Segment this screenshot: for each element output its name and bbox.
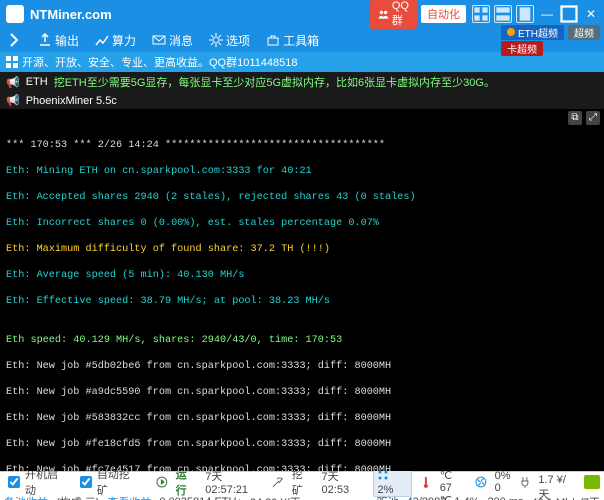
console-line: Eth: Mining ETH on cn.sparkpool.com:3333…: [6, 166, 312, 177]
console-output: ⧉ ⤢ *** 170:53 *** 2/26 14:24 **********…: [0, 109, 604, 471]
console-line: Eth: Incorrect shares 0 (0.00%), est. st…: [6, 218, 379, 229]
hashrate-7d: 40.1 Mh/s/7天: [532, 494, 600, 500]
console-copy-button[interactable]: ⧉: [568, 111, 582, 125]
console-job-line: Eth: New job #fc7e4517 from cn.sparkpool…: [6, 465, 391, 471]
app-logo-icon: [6, 5, 24, 23]
coin-icon: [507, 28, 515, 36]
chevron-right-icon: [8, 33, 22, 47]
upload-icon: [38, 33, 52, 47]
tab-toolbox[interactable]: 工具箱: [258, 28, 327, 52]
distance-pct: 1.4%: [454, 496, 479, 500]
tab-label: 选项: [226, 32, 250, 49]
miner-row: 📢 PhoenixMiner 5.5c: [0, 92, 604, 109]
console-job-line: Eth: New job #5db02be6 from cn.sparkpool…: [6, 361, 391, 372]
layout-page-icon[interactable]: [516, 5, 534, 23]
eth-notice: 挖ETH至少需要5G显存，每张显卡至少对应5G虚拟内存，比如6张显卡虚拟内存至少…: [54, 74, 495, 90]
toolbar: 输出 算力 消息 选项 工具箱 ETH超频 超频 卡超频: [0, 28, 604, 52]
console-job-line: Eth: New job #583832cc from cn.sparkpool…: [6, 413, 391, 424]
speaker-icon: 📢: [6, 76, 20, 89]
nvidia-icon: [584, 475, 600, 489]
gear-icon: [209, 33, 223, 47]
qq-group-button[interactable]: QQ群: [370, 0, 417, 29]
app-name: NTMiner.com: [30, 7, 112, 22]
maximize-button[interactable]: [560, 5, 578, 23]
tab-label: 工具箱: [283, 32, 319, 49]
plug-icon: [519, 476, 531, 488]
tab-hashrate[interactable]: 算力: [87, 28, 144, 52]
toolbox-icon: [266, 33, 280, 47]
tab-label: 算力: [112, 32, 136, 49]
minimize-button[interactable]: —: [538, 5, 556, 23]
automation-button[interactable]: 自动化: [421, 5, 466, 23]
speaker-icon: 📢: [6, 94, 20, 107]
tab-messages[interactable]: 消息: [144, 28, 201, 52]
qq-group-label: QQ群: [392, 0, 409, 28]
banner-text: 开源、开放、安全、专业、更高收益。QQ群1011448518: [22, 54, 297, 70]
layout-rows-icon[interactable]: [494, 5, 512, 23]
tab-output[interactable]: 输出: [30, 28, 87, 52]
layout-grid-icon[interactable]: [472, 5, 490, 23]
mail-icon: [152, 33, 166, 47]
console-timestamp: *** 170:53 *** 2/26 14:24 **************…: [6, 140, 385, 151]
close-button[interactable]: ✕: [582, 5, 600, 23]
tab-label: 输出: [55, 32, 79, 49]
view-profit-button[interactable]: 查看收益: [107, 494, 151, 500]
card-oc-badge[interactable]: 卡超频: [501, 41, 543, 56]
run-icon: [156, 476, 168, 488]
chart-icon: [95, 33, 109, 47]
eth-tag: ETH: [26, 76, 48, 88]
fan-icon: [475, 476, 487, 488]
console-job-line: Eth: New job #fe18cfd5 from cn.sparkpool…: [6, 439, 391, 450]
message-row: 📢 ETH 挖ETH至少需要5G显存，每张显卡至少对应5G虚拟内存，比如6张显卡…: [0, 72, 604, 92]
console-line: Eth: Effective speed: 38.79 MH/s; at poo…: [6, 296, 330, 307]
distance-label: 距池: [377, 494, 399, 500]
backup-val: (构成 元): [56, 494, 99, 500]
expand-button[interactable]: [0, 28, 30, 52]
console-line: Eth: Maximum difficulty of found share: …: [6, 244, 330, 255]
console-expand-button[interactable]: ⤢: [586, 111, 600, 125]
console-job-line: Eth: New job #a9dc5590 from cn.sparkpool…: [6, 387, 391, 398]
console-line: Eth: Average speed (5 min): 40.130 MH/s: [6, 270, 244, 281]
tab-options[interactable]: 选项: [201, 28, 258, 52]
status-bar: 开机启动 自动挖矿 运行 7天02:57:21 挖矿 7天02:53 2% 67…: [0, 471, 604, 500]
console-speed-line: Eth speed: 40.129 MH/s, shares: 2940/43/…: [6, 335, 342, 346]
people-icon: [378, 9, 389, 20]
grid-icon: [6, 56, 18, 68]
console-line: Eth: Accepted shares 2940 (2 stales), re…: [6, 192, 416, 203]
eth-oc-badge[interactable]: ETH超频: [501, 25, 564, 40]
fan-speed: 0%0: [495, 470, 511, 494]
phoenixminer-label: PhoenixMiner 5.5c: [26, 95, 117, 107]
latency: 200 ms: [487, 496, 523, 500]
distance-shares: 43/2983: [407, 496, 447, 500]
profit-eth: 0.0025814 ETH↓: [159, 496, 242, 500]
tab-label: 消息: [169, 32, 193, 49]
pickaxe-icon: [272, 476, 284, 488]
thermometer-icon: [420, 476, 432, 488]
profit-cny: 24.29 ¥/天: [250, 494, 301, 500]
oc-badge[interactable]: 超频: [568, 25, 600, 40]
